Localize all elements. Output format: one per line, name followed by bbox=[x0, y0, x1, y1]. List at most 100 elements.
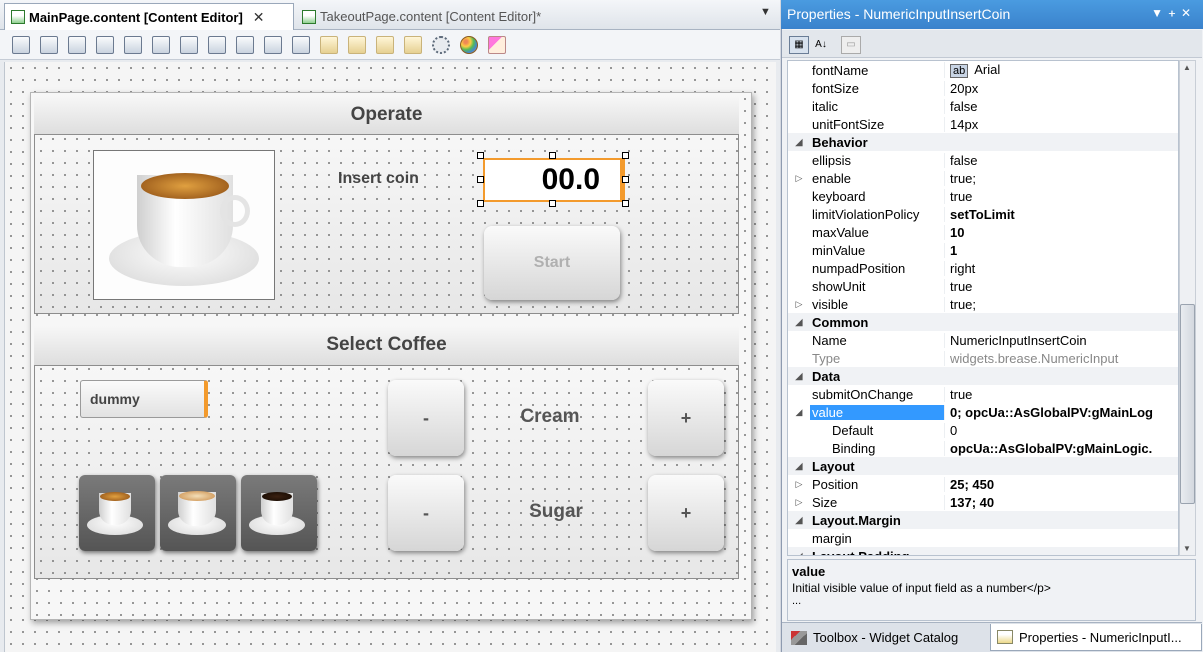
send-backward-icon[interactable] bbox=[404, 36, 422, 54]
coffee-select-black-button[interactable] bbox=[241, 475, 317, 551]
expand-icon[interactable]: ▷ bbox=[788, 497, 810, 508]
property-value[interactable]: setToLimit bbox=[944, 206, 1178, 222]
property-row[interactable]: keyboard true bbox=[788, 187, 1178, 205]
property-value[interactable]: NumericInputInsertCoin bbox=[944, 332, 1178, 348]
property-pages-icon[interactable]: ▭ bbox=[841, 36, 861, 54]
property-row[interactable]: ▷ visible true; bbox=[788, 295, 1178, 313]
property-value[interactable]: 1 bbox=[944, 242, 1178, 258]
property-value[interactable]: 20px bbox=[944, 80, 1178, 96]
sugar-minus-button[interactable]: - bbox=[388, 475, 464, 551]
bring-forward-icon[interactable] bbox=[376, 36, 394, 54]
expand-icon[interactable]: ▷ bbox=[788, 299, 810, 310]
property-row[interactable]: ▷ Position 25; 450 bbox=[788, 475, 1178, 493]
collapse-icon[interactable]: ◢ bbox=[788, 515, 810, 526]
property-row[interactable]: showUnit true bbox=[788, 277, 1178, 295]
tab-takeoutpage[interactable]: TakeoutPage.content [Content Editor]* bbox=[296, 3, 566, 30]
property-row[interactable]: numpadPosition right bbox=[788, 259, 1178, 277]
property-value[interactable]: ab Arial bbox=[944, 62, 1178, 78]
collapse-icon[interactable]: ◢ bbox=[788, 551, 810, 556]
property-row[interactable]: limitViolationPolicy setToLimit bbox=[788, 205, 1178, 223]
dummy-dropdown[interactable]: dummy bbox=[80, 380, 208, 418]
resize-handle[interactable] bbox=[622, 200, 629, 207]
coffee-select-espresso-button[interactable] bbox=[79, 475, 155, 551]
property-category[interactable]: ◢ Layout.Margin bbox=[788, 511, 1178, 529]
property-value[interactable]: false bbox=[944, 98, 1178, 114]
collapse-icon[interactable]: ◢ bbox=[788, 137, 810, 148]
property-value[interactable]: true; bbox=[944, 170, 1178, 186]
property-value[interactable]: true bbox=[944, 386, 1178, 402]
resize-handle[interactable] bbox=[622, 152, 629, 159]
space-vertical-icon[interactable] bbox=[264, 36, 282, 54]
same-width-icon[interactable] bbox=[180, 36, 198, 54]
property-row[interactable]: ◢ value 0; opcUa::AsGlobalPV:gMainLog bbox=[788, 403, 1178, 421]
resize-handle[interactable] bbox=[549, 200, 556, 207]
same-height-icon[interactable] bbox=[208, 36, 226, 54]
property-value[interactable]: false bbox=[944, 152, 1178, 168]
property-row[interactable]: ▷ Size 137; 40 bbox=[788, 493, 1178, 511]
property-row[interactable]: Type widgets.brease.NumericInput bbox=[788, 349, 1178, 367]
tab-mainpage[interactable]: MainPage.content [Content Editor] ✕ bbox=[4, 3, 294, 30]
chevron-down-icon[interactable]: ▼ bbox=[1151, 6, 1169, 20]
property-value[interactable]: 25; 450 bbox=[944, 476, 1178, 492]
property-value[interactable]: true; bbox=[944, 296, 1178, 312]
cream-plus-button[interactable]: + bbox=[648, 380, 724, 456]
collapse-icon[interactable]: ◢ bbox=[788, 317, 810, 328]
same-size-icon[interactable] bbox=[236, 36, 254, 54]
property-value[interactable]: 137; 40 bbox=[944, 494, 1178, 510]
property-row[interactable]: maxValue 10 bbox=[788, 223, 1178, 241]
close-icon[interactable]: ✕ bbox=[253, 9, 265, 26]
palette-icon[interactable] bbox=[460, 36, 478, 54]
sort-alphabetical-icon[interactable]: A↓ bbox=[811, 36, 831, 54]
tab-toolbox[interactable]: Toolbox - Widget Catalog bbox=[785, 624, 964, 651]
property-row[interactable]: italic false bbox=[788, 97, 1178, 115]
chevron-down-icon[interactable]: ▼ bbox=[760, 6, 771, 18]
numeric-input-insert-coin[interactable]: 00.0 bbox=[483, 158, 625, 202]
property-row[interactable]: minValue 1 bbox=[788, 241, 1178, 259]
property-row[interactable]: unitFontSize 14px bbox=[788, 115, 1178, 133]
property-value[interactable]: 10 bbox=[944, 224, 1178, 240]
align-bottom-icon[interactable] bbox=[96, 36, 114, 54]
tab-properties[interactable]: Properties - NumericInputI... bbox=[990, 624, 1202, 651]
property-row[interactable]: fontName ab Arial bbox=[788, 61, 1178, 79]
resize-handle[interactable] bbox=[549, 152, 556, 159]
send-back-icon[interactable] bbox=[348, 36, 366, 54]
cream-minus-button[interactable]: - bbox=[388, 380, 464, 456]
expand-icon[interactable]: ▷ bbox=[788, 173, 810, 184]
pin-icon[interactable]: ᚐ bbox=[1169, 6, 1181, 20]
property-row[interactable]: margin bbox=[788, 529, 1178, 547]
space-horizontal-icon[interactable] bbox=[292, 36, 310, 54]
close-icon[interactable]: ✕ bbox=[1181, 6, 1197, 20]
property-category[interactable]: ◢ Data bbox=[788, 367, 1178, 385]
property-value[interactable]: 0; opcUa::AsGlobalPV:gMainLog bbox=[944, 404, 1178, 420]
scroll-up-icon[interactable]: ▲ bbox=[1183, 63, 1191, 72]
align-center-vertical-icon[interactable] bbox=[124, 36, 142, 54]
property-value[interactable]: 0 bbox=[944, 422, 1178, 438]
property-category[interactable]: ◢ Common bbox=[788, 313, 1178, 331]
property-category[interactable]: ◢ Behavior bbox=[788, 133, 1178, 151]
property-value[interactable]: widgets.brease.NumericInput bbox=[944, 350, 1178, 366]
start-button[interactable]: Start bbox=[484, 226, 620, 300]
property-value[interactable]: opcUa::AsGlobalPV:gMainLogic. bbox=[944, 440, 1178, 456]
property-value[interactable]: true bbox=[944, 278, 1178, 294]
categorized-icon[interactable]: ▦ bbox=[789, 36, 809, 54]
property-row[interactable]: Name NumericInputInsertCoin bbox=[788, 331, 1178, 349]
property-row[interactable]: ▷ enable true; bbox=[788, 169, 1178, 187]
gear-icon[interactable] bbox=[432, 36, 450, 54]
expand-icon[interactable]: ◢ bbox=[788, 407, 810, 418]
property-value[interactable]: true bbox=[944, 188, 1178, 204]
collapse-icon[interactable]: ◢ bbox=[788, 461, 810, 472]
resize-handle[interactable] bbox=[622, 176, 629, 183]
align-center-horizontal-icon[interactable] bbox=[152, 36, 170, 54]
property-row[interactable]: ellipsis false bbox=[788, 151, 1178, 169]
property-row[interactable]: submitOnChange true bbox=[788, 385, 1178, 403]
property-row[interactable]: Default 0 bbox=[788, 421, 1178, 439]
property-category[interactable]: ◢ Layout bbox=[788, 457, 1178, 475]
property-value[interactable]: right bbox=[944, 260, 1178, 276]
expand-icon[interactable]: ▷ bbox=[788, 479, 810, 490]
scrollbar-thumb[interactable] bbox=[1180, 304, 1195, 504]
bring-front-icon[interactable] bbox=[320, 36, 338, 54]
scroll-down-icon[interactable]: ▼ bbox=[1183, 544, 1191, 553]
sugar-plus-button[interactable]: + bbox=[648, 475, 724, 551]
collapse-icon[interactable]: ◢ bbox=[788, 371, 810, 382]
align-top-icon[interactable] bbox=[40, 36, 58, 54]
